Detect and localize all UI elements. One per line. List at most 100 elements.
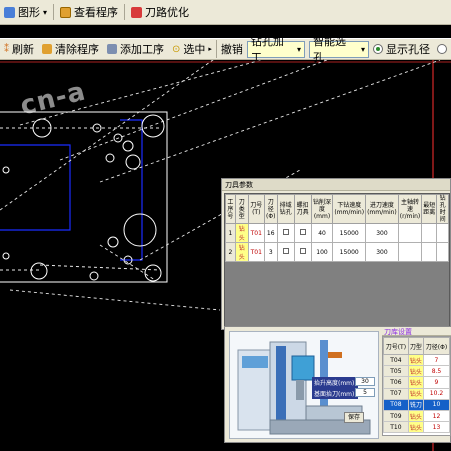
table-cell[interactable]: 3 bbox=[263, 242, 278, 262]
menubar: 图形 ▾ 查看程序 刀路优化 bbox=[0, 0, 451, 25]
smart-select-combo[interactable]: 智能选孔 ▾ bbox=[309, 35, 369, 64]
show-hole-dia-toggle[interactable]: 显示孔径 bbox=[369, 40, 451, 58]
select-label: 选中 bbox=[183, 43, 206, 56]
library-column-header: 刀型 bbox=[407, 337, 424, 355]
table-cell[interactable]: 钻头 bbox=[234, 223, 249, 243]
library-row[interactable]: T04 钻头 7 bbox=[383, 353, 450, 367]
undo-button[interactable]: 撤销 bbox=[215, 40, 247, 58]
save-button[interactable]: 保存 bbox=[344, 412, 364, 423]
tool-parameter-table: 工序号 刀类型 刀号(T) 刀径(Φ) 排域钻孔 螺扣刀具 钻削深度(mm) 下钻速度(mm/… bbox=[225, 194, 449, 262]
library-cell[interactable]: T08 bbox=[383, 398, 409, 411]
table-cell[interactable]: 15000 bbox=[332, 242, 367, 262]
library-cell[interactable]: T10 bbox=[383, 421, 409, 434]
library-column-header: 刀径(Φ) bbox=[422, 337, 450, 355]
library-cell[interactable]: T06 bbox=[383, 376, 409, 389]
table-cell[interactable]: T01 bbox=[247, 223, 265, 243]
library-cell[interactable]: 钻头 bbox=[407, 353, 424, 367]
table-cell[interactable]: 40 bbox=[310, 223, 334, 243]
library-cell[interactable]: 10 bbox=[422, 398, 450, 411]
menu-view-program[interactable]: 查看程序 bbox=[56, 2, 122, 22]
library-cell[interactable]: 钻头 bbox=[407, 387, 424, 400]
library-row[interactable]: T10 钻头 13 bbox=[383, 421, 450, 434]
library-cell[interactable]: 钻头 bbox=[407, 409, 424, 423]
dropdown-arrow-icon: ▾ bbox=[43, 7, 48, 17]
table-cell[interactable]: 300 bbox=[365, 223, 399, 243]
menu-graphics-label: 图形 bbox=[18, 6, 40, 19]
clear-program-button[interactable]: 清除程序 bbox=[38, 40, 103, 58]
library-cell[interactable]: 9 bbox=[422, 376, 450, 389]
checkbox-cell[interactable] bbox=[276, 242, 295, 262]
table-cell[interactable] bbox=[421, 242, 438, 262]
menu-graphics[interactable]: 图形 ▾ bbox=[0, 2, 51, 22]
column-header: 刀类型 bbox=[234, 194, 249, 224]
table-cell[interactable]: 钻头 bbox=[234, 242, 249, 262]
table-cell[interactable]: 16 bbox=[263, 223, 278, 243]
checkbox[interactable] bbox=[299, 229, 306, 235]
table-cell[interactable]: 300 bbox=[365, 242, 399, 262]
table-cell[interactable]: 2 bbox=[225, 242, 236, 262]
library-row[interactable]: T08 铣刀 10 bbox=[383, 398, 450, 411]
process-type-value: 钻孔加工 bbox=[250, 35, 284, 64]
toolbar: ⁑ 刷新 清除程序 添加工序 ⊙ 选中 ▸ 撤销 钻孔加工 ▾ 智能选孔 ▾ 显… bbox=[0, 35, 451, 64]
column-header: 刀号(T) bbox=[247, 194, 265, 224]
library-row[interactable]: T05 钻头 8.5 bbox=[383, 365, 450, 378]
refresh-icon: ⁑ bbox=[4, 43, 9, 55]
library-cell[interactable]: 钻头 bbox=[407, 365, 424, 378]
tool-library-title: 刀库设置 bbox=[382, 327, 451, 336]
table-cell[interactable]: 100 bbox=[310, 242, 334, 262]
library-cell[interactable]: 8.5 bbox=[422, 365, 450, 378]
table-row[interactable]: 1 钻头 T01 16 40 15000 300 bbox=[225, 223, 449, 243]
column-header: 主轴转速(r/min) bbox=[397, 194, 423, 224]
checkbox-cell[interactable] bbox=[293, 242, 312, 262]
menu-path-optimize-label: 刀路优化 bbox=[145, 6, 190, 19]
library-cell[interactable]: T09 bbox=[383, 409, 409, 423]
holes bbox=[2, 114, 165, 282]
library-cell[interactable]: 钻头 bbox=[407, 376, 424, 389]
library-row[interactable]: T09 钻头 12 bbox=[383, 409, 450, 423]
select-button[interactable]: ⊙ 选中 ▸ bbox=[168, 40, 216, 58]
library-cell[interactable]: 铣刀 bbox=[407, 398, 424, 411]
library-row[interactable]: T07 钻头 10.2 bbox=[383, 387, 450, 400]
column-header: 钻削深度(mm) bbox=[310, 194, 334, 224]
library-cell[interactable]: 10.2 bbox=[422, 387, 450, 400]
table-cell[interactable]: T01 bbox=[247, 242, 265, 262]
table-cell[interactable] bbox=[436, 223, 449, 243]
library-cell[interactable]: 13 bbox=[422, 421, 450, 434]
chevron-down-icon: ▾ bbox=[297, 44, 302, 54]
menu-path-optimize[interactable]: 刀路优化 bbox=[127, 2, 193, 22]
library-cell[interactable]: 12 bbox=[422, 409, 450, 423]
tool-parameter-grid: 工序号 刀类型 刀号(T) 刀径(Φ) 排域钻孔 螺扣刀具 钻削深度(mm) 下钻速度(mm/… bbox=[224, 193, 450, 329]
checkbox-cell[interactable] bbox=[293, 223, 312, 243]
add-process-icon bbox=[107, 44, 117, 54]
refresh-button[interactable]: ⁑ 刷新 bbox=[0, 40, 38, 58]
column-header: 工序号 bbox=[225, 194, 236, 224]
checkbox[interactable] bbox=[282, 248, 289, 254]
column-header: 螺扣刀具 bbox=[293, 194, 312, 224]
library-cell[interactable]: T04 bbox=[383, 353, 409, 367]
add-process-button[interactable]: 添加工序 bbox=[103, 40, 168, 58]
checkbox[interactable] bbox=[299, 248, 306, 254]
radio-empty-icon bbox=[437, 44, 447, 54]
lift-height-input[interactable]: 30 bbox=[355, 377, 375, 386]
menu-view-program-label: 查看程序 bbox=[74, 6, 119, 19]
checkbox[interactable] bbox=[282, 229, 289, 235]
library-cell[interactable]: T07 bbox=[383, 387, 409, 400]
column-header: 最短距离 bbox=[421, 194, 438, 224]
table-cell[interactable]: 15000 bbox=[332, 223, 367, 243]
process-type-combo[interactable]: 钻孔加工 ▾ bbox=[246, 35, 306, 64]
checkbox-cell[interactable] bbox=[276, 223, 295, 243]
add-process-label: 添加工序 bbox=[120, 43, 164, 56]
table-cell[interactable] bbox=[397, 223, 423, 243]
tool-library-table: 刀号(T) 刀型 刀径(Φ) T04 钻头 7 T05 钻头 8.5 T06 钻头 9 T07 钻头 10… bbox=[383, 337, 450, 434]
table-cell[interactable] bbox=[421, 223, 438, 243]
library-cell[interactable]: 钻头 bbox=[407, 421, 424, 434]
base-lift-input[interactable]: 5 bbox=[355, 388, 375, 397]
library-row[interactable]: T06 钻头 9 bbox=[383, 376, 450, 389]
table-cell[interactable]: 1 bbox=[225, 223, 236, 243]
table-row[interactable]: 2 钻头 T01 3 100 15000 300 bbox=[225, 242, 449, 262]
table-cell[interactable] bbox=[436, 242, 449, 262]
chevron-down-icon: ▾ bbox=[360, 44, 365, 54]
library-cell[interactable]: T05 bbox=[383, 365, 409, 378]
table-cell[interactable] bbox=[397, 242, 423, 262]
library-cell[interactable]: 7 bbox=[422, 353, 450, 367]
